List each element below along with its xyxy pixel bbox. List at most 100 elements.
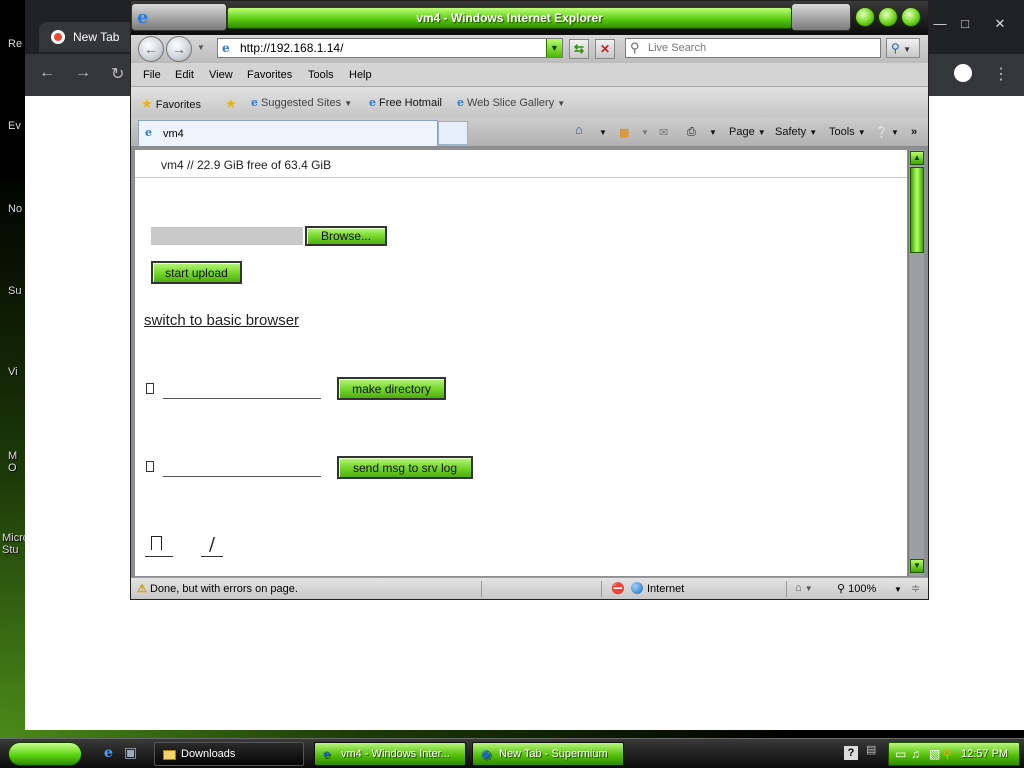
fav-free-hotmail[interactable]: e Free Hotmail <box>369 96 442 109</box>
page-header: vm4 // 22.9 GiB free of 63.4 GiB <box>135 150 907 178</box>
address-text: http://192.168.1.14/ <box>240 41 344 55</box>
back-button[interactable]: ← <box>138 36 164 62</box>
address-dropdown-icon[interactable]: ▼ <box>546 39 562 57</box>
fav-web-slice-gallery[interactable]: e Web Slice Gallery ▼ <box>457 96 565 109</box>
menu-file[interactable]: File <box>143 69 161 81</box>
safety-menu[interactable]: Safety ▼ <box>775 126 817 138</box>
address-bar[interactable]: e http://192.168.1.14/ ▼ <box>217 38 563 58</box>
ie-page-icon: e <box>369 96 376 109</box>
taskbar: e ▣ Downloads e vm4 - Windows Inter... ◉… <box>0 738 1024 768</box>
desktop-icon-label-3[interactable]: No <box>8 203 22 215</box>
ie-logo-icon[interactable]: e <box>137 9 155 27</box>
help-question-icon[interactable]: ? <box>844 746 858 760</box>
search-button[interactable]: ⚲ ▼ <box>886 38 920 58</box>
menu-view[interactable]: View <box>209 69 233 81</box>
back-arrow-icon[interactable]: ← <box>39 64 55 82</box>
close-icon[interactable]: ✕ <box>985 16 1015 32</box>
menu-favorites[interactable]: Favorites <box>247 69 292 81</box>
home-icon[interactable]: ⌂ <box>575 122 583 137</box>
directory-name-input[interactable] <box>163 383 321 399</box>
desktop-icon-label-5[interactable]: Vi <box>8 366 18 378</box>
search-placeholder: Live Search <box>648 42 707 54</box>
switch-to-basic-browser-link[interactable]: switch to basic browser <box>144 312 299 329</box>
taskbar-downloads[interactable]: Downloads <box>154 742 304 766</box>
home-dropdown-icon[interactable]: ▼ <box>599 128 607 137</box>
ie-titlebar[interactable]: e vm4 - Windows Internet Explorer <box>131 1 928 35</box>
desktop-icon-label-4[interactable]: Su <box>8 285 21 297</box>
refresh-icon[interactable]: ⇆ <box>569 39 589 59</box>
blocked-content-icon[interactable]: ⛔ <box>611 582 625 595</box>
send-msg-checkbox[interactable] <box>146 461 154 472</box>
add-to-favorites-icon[interactable]: ★ <box>225 96 237 112</box>
file-path-field[interactable] <box>151 227 303 245</box>
start-upload-button[interactable]: start upload <box>151 261 242 284</box>
profile-avatar-icon[interactable] <box>954 64 972 82</box>
scroll-up-arrow-icon[interactable]: ▲ <box>910 151 924 165</box>
print-icon[interactable]: ⎙ <box>687 126 696 139</box>
read-mail-icon[interactable]: ✉ <box>659 126 668 139</box>
help-icon[interactable]: ❔ <box>875 126 889 139</box>
more-commands-chevron[interactable]: » <box>911 126 917 138</box>
resize-grip-icon[interactable]: ≑ <box>911 582 920 595</box>
quick-launch-explorer-icon[interactable]: ▣ <box>124 745 137 761</box>
desktop-icon-label-6[interactable]: M O <box>8 450 17 474</box>
make-directory-checkbox[interactable] <box>146 383 154 394</box>
minimize-button[interactable] <box>855 7 875 27</box>
ie-page-icon: e <box>457 96 464 109</box>
tray-sound-icon[interactable]: ♫ <box>911 747 920 761</box>
desktop-icon-label-1[interactable]: Re <box>8 38 22 50</box>
recent-pages-dropdown-icon[interactable]: ▼ <box>197 43 205 52</box>
maximize-button[interactable] <box>878 7 898 27</box>
taskbar-supermium-window[interactable]: ◉ New Tab - Supermium <box>472 742 624 766</box>
zoom-dropdown-icon[interactable]: ▼ <box>894 585 902 594</box>
start-button[interactable] <box>8 742 82 766</box>
tab-vm4[interactable]: e vm4 <box>138 120 438 146</box>
tray-battery-icon[interactable]: ▧ <box>929 747 940 761</box>
message-input[interactable] <box>163 461 321 477</box>
folder-icon <box>163 749 176 763</box>
tray-search-icon[interactable]: ⚲ <box>943 747 952 761</box>
menu-help[interactable]: Help <box>349 69 372 81</box>
send-msg-to-srv-log-button[interactable]: send msg to srv log <box>337 456 473 479</box>
status-bar: ⚠ Done, but with errors on page. ⛔ Inter… <box>131 577 928 599</box>
tray-expand-icon[interactable]: ▤ <box>866 743 876 756</box>
quick-launch-ie-icon[interactable]: e <box>104 745 113 761</box>
menu-tools[interactable]: Tools <box>308 69 334 81</box>
close-button[interactable] <box>901 7 921 27</box>
search-box[interactable]: ⚲ Live Search <box>625 38 881 58</box>
desktop-icon-label-2[interactable]: Ev <box>8 120 21 132</box>
feeds-dropdown-icon[interactable]: ▼ <box>641 128 649 137</box>
browse-button[interactable]: Browse... <box>305 226 387 246</box>
forward-arrow-icon[interactable]: → <box>75 64 91 82</box>
unpost-icon[interactable] <box>151 536 162 550</box>
root-link[interactable]: / <box>209 534 215 555</box>
forward-button[interactable]: → <box>166 36 192 62</box>
scroll-down-arrow-icon[interactable]: ▼ <box>910 559 924 573</box>
stop-icon[interactable]: ✕ <box>595 39 615 59</box>
favorites-label: Favorites <box>155 99 201 111</box>
protected-mode-icon[interactable]: ⌂ ▼ <box>795 582 813 594</box>
help-dropdown-icon[interactable]: ▼ <box>891 128 899 137</box>
page-menu[interactable]: Page ▼ <box>729 126 766 138</box>
scroll-thumb[interactable] <box>910 167 924 253</box>
menu-kebab-icon[interactable]: ⋮ <box>993 64 1009 84</box>
new-tab-button[interactable] <box>438 121 468 145</box>
feeds-icon[interactable]: ▩ <box>619 126 629 139</box>
menu-edit[interactable]: Edit <box>175 69 194 81</box>
taskbar-clock[interactable]: 12:57 PM <box>961 748 1008 760</box>
tray-monitor-icon[interactable]: ▭ <box>895 747 906 761</box>
status-message[interactable]: ⚠ Done, but with errors on page. <box>137 582 298 595</box>
taskbar-ie-window[interactable]: e vm4 - Windows Inter... <box>314 742 466 766</box>
favorites-star-icon: ★ <box>141 96 153 111</box>
maximize-icon[interactable]: □ <box>950 16 980 31</box>
reload-icon[interactable]: ↻ <box>111 64 124 84</box>
vertical-scrollbar[interactable]: ▲ ▼ <box>908 150 924 576</box>
chrome-tab-label: New Tab <box>73 30 120 44</box>
favorites-button[interactable]: ★ Favorites <box>141 96 201 112</box>
zoom-control[interactable]: ⚲ 100% <box>837 582 876 595</box>
tools-menu[interactable]: Tools ▼ <box>829 126 866 138</box>
make-directory-button[interactable]: make directory <box>337 377 446 400</box>
ie-page-icon: e <box>251 96 258 109</box>
print-dropdown-icon[interactable]: ▼ <box>709 128 717 137</box>
fav-suggested-sites[interactable]: e Suggested Sites ▼ <box>251 96 352 109</box>
